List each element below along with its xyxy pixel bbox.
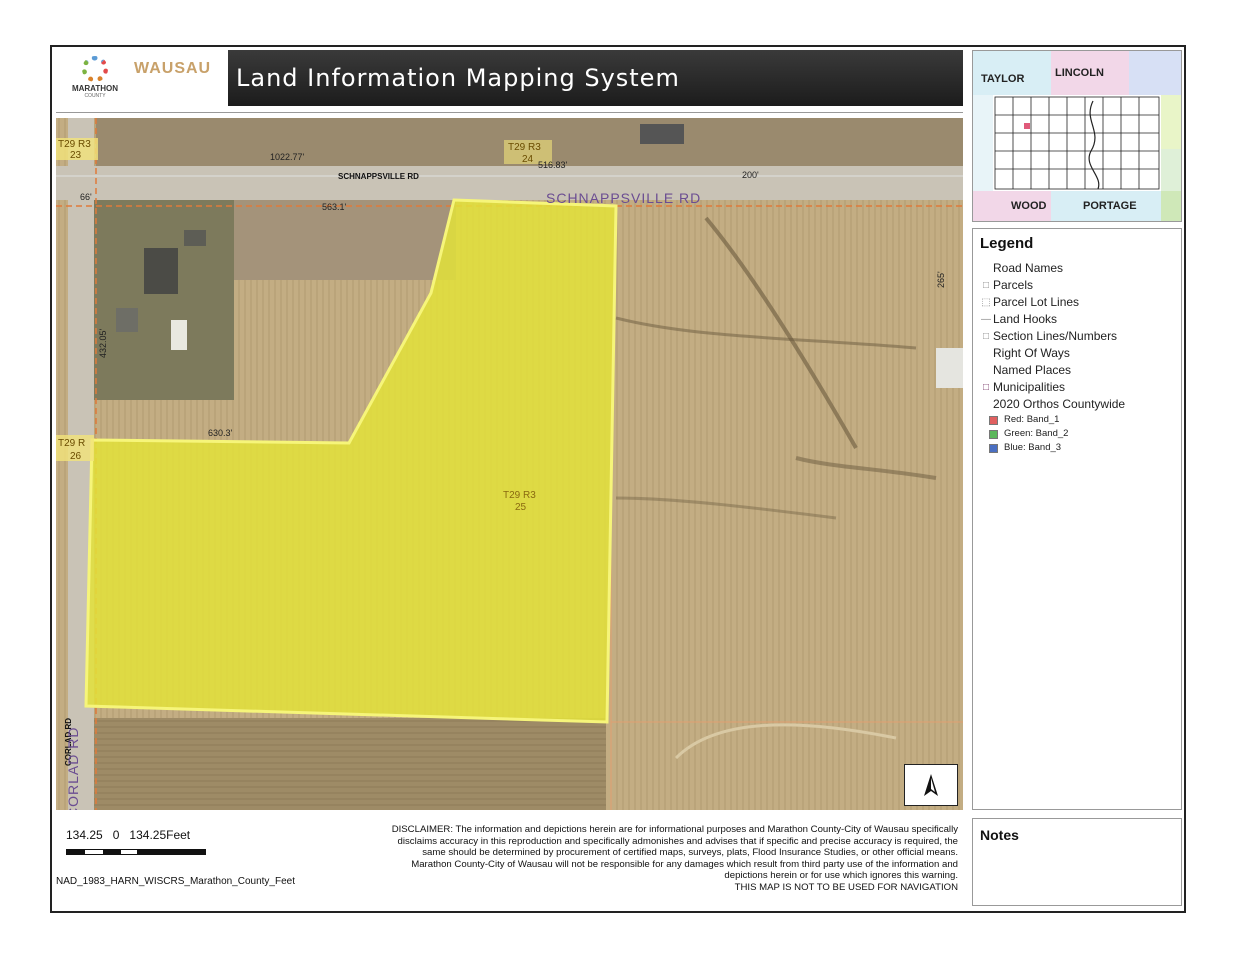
legend-item-named-places: Named Places [993,363,1072,377]
road-label-schnappsville-small: SCHNAPPSVILLE RD [338,172,419,181]
marathon-county-logo: MARATHON COUNTY [64,56,126,106]
notes-title: Notes [980,827,1019,843]
logo-county-text: COUNTY [84,93,106,99]
legend-item-municipalities: □ Municipalities [979,379,1181,396]
section-label-25: T29 R3 [503,490,536,501]
schnappsville-road[interactable] [56,166,963,200]
red-swatch-icon [989,415,998,425]
dimension-563: 563.1' [322,202,347,212]
dimension-66: 66' [80,192,92,202]
legend-item-section-lines: □ Section Lines/Numbers [979,328,1181,345]
blue-swatch-icon [989,443,998,453]
legend-item-parcel-lot-lines: ⬚ Parcel Lot Lines [979,294,1181,311]
section-number-25: 25 [515,502,527,513]
scale-left: 134.25 [66,828,103,842]
county-label-lincoln: LINCOLN [1055,67,1104,79]
section-number-23: 23 [70,150,82,161]
county-label-taylor: TAYLOR [981,73,1025,85]
north-arrow [904,764,958,806]
logo-marathon-text: MARATHON [71,84,119,93]
locator-highlight [1024,123,1030,129]
page-title: Land Information Mapping System [236,64,680,92]
legend-item-right-of-ways: Right Of Ways [993,346,1070,360]
house-building [116,308,138,332]
dimension-630: 630.3' [208,428,233,438]
logo-ring-icon [82,56,108,82]
legend-item-parcels: □ Parcels [979,277,1181,294]
road-label-corlad-large: CORLAD RD [65,727,81,810]
dotted-square-icon: ⬚ [981,297,991,308]
disclaimer-line: disclaims accuracy in this reproduction … [397,835,958,847]
projection-text: NAD_1983_HARN_WISCRS_Marathon_County_Fee… [56,876,296,887]
legend-item-orthos: 2020 Orthos Countywide [993,397,1126,411]
section-label-26: T29 R [58,438,85,449]
square-outline-icon: □ [982,331,990,342]
dimension-200: 200' [742,170,759,180]
legend-item-land-hooks: — Land Hooks [981,312,1058,326]
dimension-265: 265' [936,271,946,288]
legend-item-road-names: Road Names [993,261,1064,275]
logo-wausau-text: WAUSAU [134,60,212,77]
disclaimer-line: Marathon County-City of Wausau will not … [411,858,958,870]
map-view[interactable]: SCHNAPPSVILLE RD SCHNAPPSVILLE RD CORLAD… [56,118,963,810]
legend-band-green: Green: Band_2 [979,427,1181,441]
west-field [216,200,456,280]
disclaimer-line: THIS MAP IS NOT TO BE USED FOR NAVIGATIO… [734,881,958,893]
section-label-23: T29 R3 [58,139,91,150]
disclaimer-line: DISCLAIMER: The information and depictio… [391,824,958,835]
barn-building [144,248,178,294]
title-bar: Land Information Mapping System [228,50,963,106]
legend-list: Road Names □ Parcels ⬚ Parcel Lot Lines — L… [973,260,1181,455]
square-outline-icon: □ [982,280,990,291]
dimension-516: 516.83' [538,160,568,170]
section-number-26: 26 [70,451,82,462]
scale-unit: Feet [166,828,191,842]
scale-numbers: 134.25 0 134.25Feet [66,828,190,842]
section-number-24: 24 [522,154,534,165]
wausau-logo: WAUSAU [134,60,212,102]
county-label-portage: PORTAGE [1083,200,1137,212]
disclaimer-line: same should be determined by procurement… [422,847,958,858]
green-swatch-icon [989,429,998,439]
garage-building [184,230,206,246]
legend-band-red: Red: Band_1 [979,413,1181,427]
scale-bar [66,849,206,855]
scale-panel: 134.25 0 134.25Feet NAD_1983_HARN_WISCRS… [56,818,314,906]
purple-square-icon: □ [982,382,990,393]
scale-right: 134.25 [129,828,167,842]
east-structure [936,348,963,388]
section-label-24: T29 R3 [508,142,541,153]
county-locator-map[interactable]: TAYLOR LINCOLN WOOD PORTAGE [972,50,1182,222]
south-field [86,718,606,810]
header: MARATHON COUNTY WAUSAU Land Information … [56,50,963,113]
aerial-map[interactable]: SCHNAPPSVILLE RD SCHNAPPSVILLE RD CORLAD… [56,118,963,810]
north-arrow-icon [924,774,938,796]
legend-band-blue: Blue: Band_3 [979,441,1181,455]
north-house [640,124,684,144]
notes-panel: Notes [972,818,1182,906]
dimension-1022: 1022.77' [270,152,305,162]
dash-icon: — [981,314,991,325]
disclaimer: DISCLAIMER: The information and depictio… [320,824,958,904]
county-label-wood: WOOD [1011,200,1047,212]
farmstead [94,200,234,400]
legend-title: Legend [980,235,1034,252]
shed-building [171,320,187,350]
scale-zero: 0 [112,828,120,842]
legend-panel: Legend Road Names □ Parcels ⬚ Parcel Lot L… [972,228,1182,810]
road-label-schnappsville-large: SCHNAPPSVILLE RD [546,190,701,206]
dimension-432: 432.05' [98,328,108,358]
disclaimer-line: depictions herein or for use which ignor… [724,870,958,881]
